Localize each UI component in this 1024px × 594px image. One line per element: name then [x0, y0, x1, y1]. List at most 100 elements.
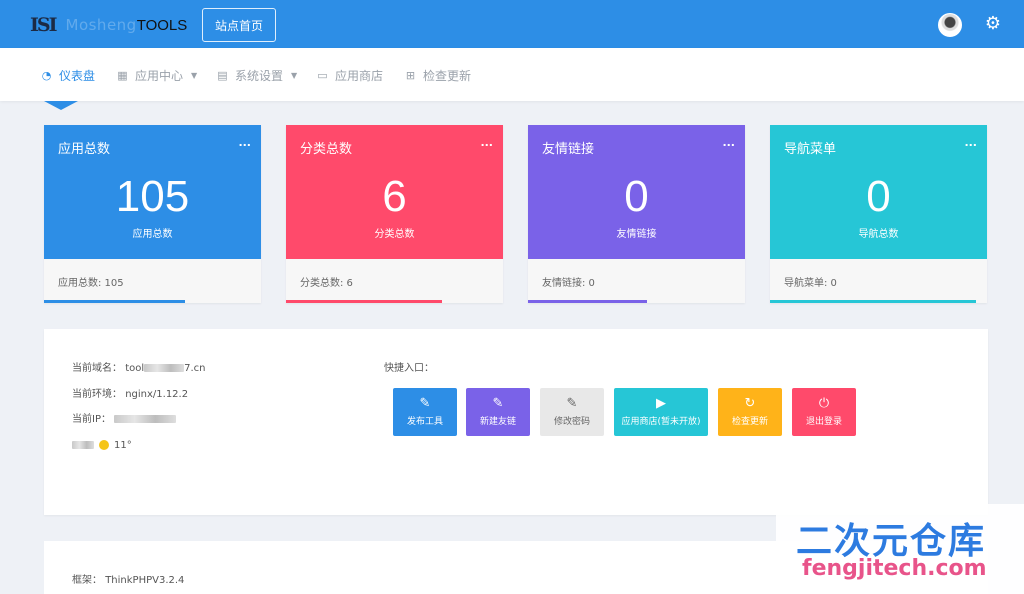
power-icon: ⏻: [818, 396, 830, 411]
redacted-text: [144, 364, 185, 372]
stat-card-categories[interactable]: 分类总数 ... 6 分类总数 分类总数: 6: [286, 125, 503, 303]
stat-card-apps[interactable]: 应用总数 ... 105 应用总数 应用总数: 105: [44, 125, 261, 303]
avatar[interactable]: [938, 13, 962, 37]
more-icon[interactable]: ...: [238, 136, 251, 149]
card-footer: 导航菜单: 0: [770, 259, 987, 303]
app-store-button[interactable]: ▶ 应用商店(暂未开放): [614, 388, 708, 436]
laptop-icon: ▭: [317, 69, 328, 82]
refresh-icon: ↻: [744, 396, 756, 411]
domain-suffix: 7.cn: [184, 363, 206, 374]
redacted-ip: [114, 415, 177, 423]
nav-item-check-update[interactable]: ⊞ 检查更新: [404, 67, 471, 84]
edit-icon: ✎: [566, 396, 578, 411]
card-subtitle: 友情链接: [616, 229, 657, 240]
stat-card-friend-links[interactable]: 友情链接 ... 0 友情链接 友情链接: 0: [528, 125, 745, 303]
card-value: 105: [115, 172, 190, 221]
gear-icon[interactable]: ⚙: [983, 13, 1003, 35]
active-nav-pointer: [44, 101, 78, 110]
logo-mark: ISI: [30, 14, 57, 36]
more-icon[interactable]: ...: [964, 136, 977, 149]
card-title: 应用总数: [58, 142, 111, 157]
sitemap-icon: ⊞: [405, 69, 416, 82]
current-ip: 当前IP：: [72, 410, 177, 425]
ip-label: 当前IP：: [72, 414, 111, 425]
logo-tools-text: TOOLS: [136, 16, 188, 34]
nav-item-label: 检查更新: [423, 69, 472, 83]
check-update-button[interactable]: ↻ 检查更新: [718, 388, 782, 436]
domain-prefix: tool: [125, 363, 145, 374]
card-subtitle: 导航总数: [858, 229, 899, 240]
site-home-button[interactable]: 站点首页: [202, 8, 276, 42]
card-footer: 分类总数: 6: [286, 259, 503, 303]
card-progress-bar: [770, 300, 977, 303]
button-label: 修改密码: [553, 417, 590, 427]
watermark-en: fengjitech.com: [802, 556, 987, 581]
nav-bar: ◔ 仪表盘 ▦ 应用中心 ▼ ▤ 系统设置 ▼ ▭ 应用商店 ⊞ 检查更新: [0, 48, 1024, 101]
quick-entry-label: 快捷入口：: [384, 363, 434, 374]
grid-icon: ▦: [117, 69, 128, 82]
card-footer-text: 应用总数: 105: [58, 278, 124, 289]
nav-item-label: 系统设置: [235, 69, 284, 83]
temperature: 11°: [114, 440, 132, 451]
more-icon[interactable]: ...: [722, 136, 735, 149]
card-value: 6: [382, 172, 407, 221]
button-label: 新建友链: [479, 417, 516, 427]
card-header: 应用总数 ... 105 应用总数: [44, 125, 261, 259]
domain-label: 当前域名：: [72, 363, 122, 374]
card-progress-bar: [44, 300, 186, 303]
new-friend-link-button[interactable]: ✎ 新建友链: [466, 388, 530, 436]
card-footer: 友情链接: 0: [528, 259, 745, 303]
more-icon[interactable]: ...: [480, 136, 493, 149]
card-progress-bar: [286, 300, 443, 303]
nav-item-app-store[interactable]: ▭ 应用商店: [316, 67, 383, 84]
chevron-down-icon: ▼: [291, 71, 298, 80]
framework-info: 框架： ThinkPHPV3.2.4: [72, 571, 184, 586]
nav-item-app-center[interactable]: ▦ 应用中心 ▼: [116, 67, 197, 84]
edit-icon: ✎: [492, 396, 504, 411]
env-value: nginx/1.12.2: [125, 389, 189, 400]
card-header: 导航菜单 ... 0 导航总数: [770, 125, 987, 259]
nav-item-system-settings[interactable]: ▤ 系统设置 ▼: [216, 67, 297, 84]
sun-icon: [99, 440, 109, 450]
card-header: 友情链接 ... 0 友情链接: [528, 125, 745, 259]
top-bar: ISI Mosheng TOOLS 站点首页 ⚙: [0, 0, 1024, 48]
change-password-button[interactable]: ✎ 修改密码: [540, 388, 604, 436]
play-icon: ▶: [656, 396, 666, 411]
nav-item-label: 仪表盘: [59, 69, 96, 83]
current-environment: 当前环境： nginx/1.12.2: [72, 385, 188, 400]
weather: 11°: [72, 440, 132, 451]
button-label: 退出登录: [805, 417, 842, 427]
nav-item-label: 应用商店: [335, 69, 384, 83]
card-value: 0: [866, 172, 891, 221]
nav-item-dashboard[interactable]: ◔ 仪表盘: [40, 67, 95, 84]
button-label: 检查更新: [731, 417, 768, 427]
button-label: 发布工具: [406, 417, 443, 427]
nav-item-label: 应用中心: [135, 69, 184, 83]
stat-card-nav-menus[interactable]: 导航菜单 ... 0 导航总数 导航菜单: 0: [770, 125, 987, 303]
card-subtitle: 应用总数: [132, 229, 173, 240]
framework-value: ThinkPHPV3.2.4: [105, 575, 185, 586]
redacted-city: [72, 441, 94, 449]
card-header: 分类总数 ... 6 分类总数: [286, 125, 503, 259]
card-progress-bar: [528, 300, 648, 303]
edit-icon: ✎: [419, 396, 431, 411]
watermark: 二次元仓库 fengjitech.com: [776, 504, 1024, 594]
card-footer-text: 分类总数: 6: [300, 278, 353, 289]
publish-tool-button[interactable]: ✎ 发布工具: [393, 388, 457, 436]
table-icon: ▤: [217, 69, 228, 82]
framework-label: 框架：: [72, 575, 102, 586]
env-label: 当前环境：: [72, 389, 122, 400]
server-info-panel: 当前域名： tool 7.cn 当前环境： nginx/1.12.2 当前IP： …: [44, 329, 988, 515]
dashboard-icon: ◔: [41, 69, 52, 82]
logo-faded-text: Mosheng: [65, 16, 137, 34]
card-value: 0: [624, 172, 649, 221]
current-domain: 当前域名： tool 7.cn: [72, 359, 206, 374]
card-footer-text: 友情链接: 0: [542, 278, 595, 289]
logo[interactable]: ISI Mosheng TOOLS: [30, 14, 187, 36]
card-title: 分类总数: [300, 142, 353, 157]
card-title: 导航菜单: [784, 142, 837, 157]
chevron-down-icon: ▼: [191, 71, 198, 80]
button-label: 应用商店(暂未开放): [621, 417, 701, 427]
logout-button[interactable]: ⏻ 退出登录: [792, 388, 856, 436]
card-title: 友情链接: [542, 142, 595, 157]
